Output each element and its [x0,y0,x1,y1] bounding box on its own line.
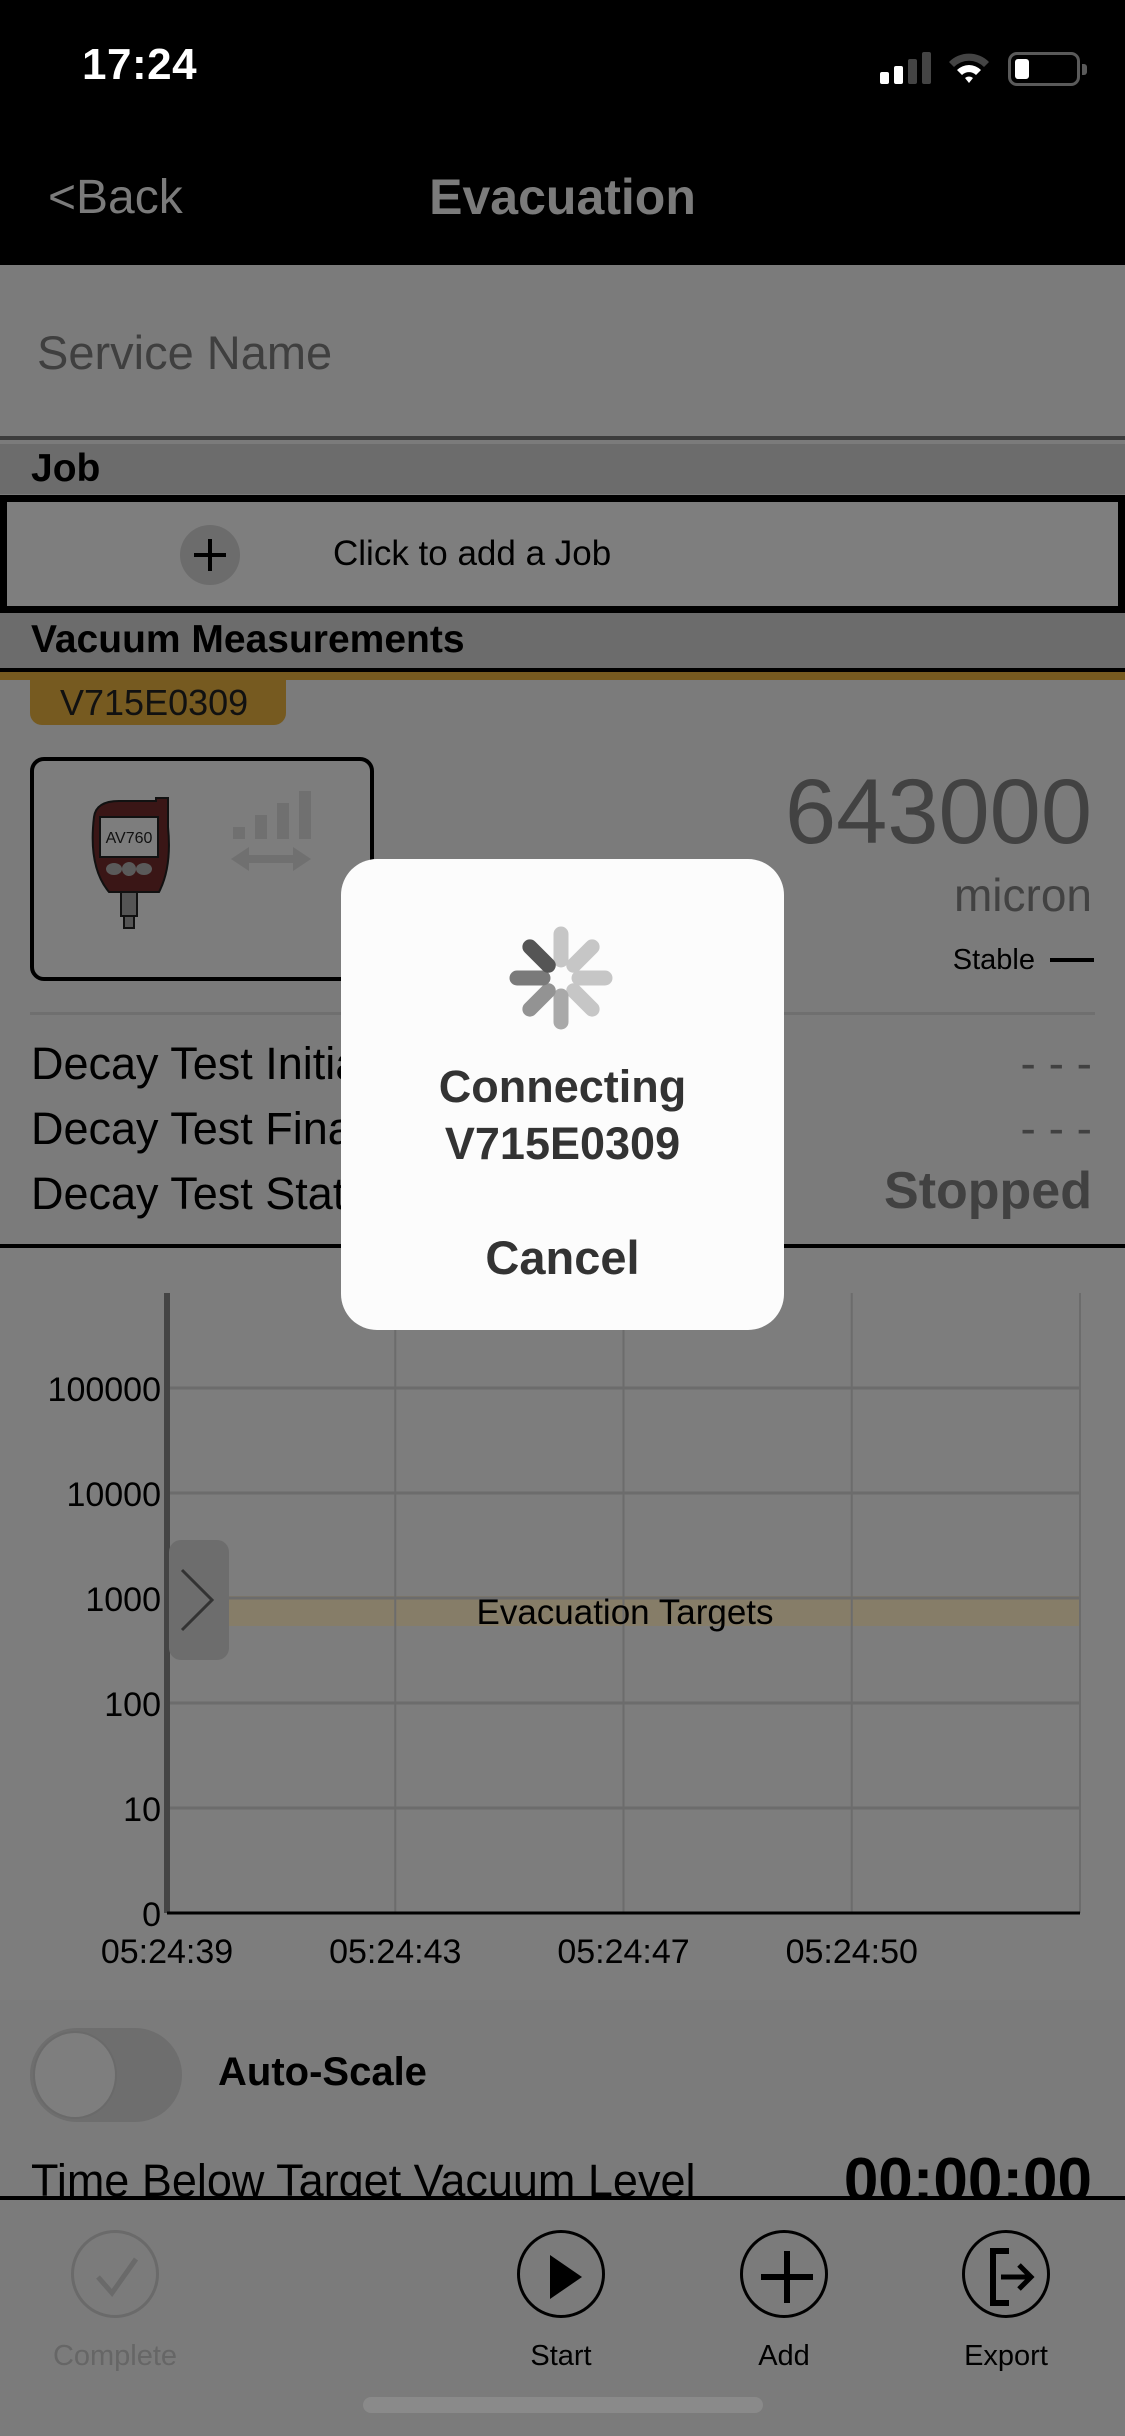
start-label: Start [530,2340,592,2372]
device-tab-label: V715E0309 [60,682,249,723]
plus-icon [761,2251,813,2303]
expand-targets-button[interactable] [169,1540,229,1660]
export-button[interactable]: Export [936,2230,1076,2373]
connecting-title: Connecting [438,1061,687,1112]
vacuum-gauge-icon: AV760 [91,797,170,929]
time-below-label: Time Below Target Vacuum Level [31,2155,696,2197]
spinner-segment [566,939,600,973]
auto-scale-toggle[interactable] [30,2028,182,2122]
decay-initial-value: - - - [1020,1037,1092,1089]
add-button[interactable]: Add [714,2230,854,2373]
device-tab[interactable]: V715E0309 [30,678,286,725]
start-button[interactable]: Start [491,2230,631,2373]
wifi-icon [949,53,989,83]
decay-status-value: Stopped [884,1162,1092,1220]
connecting-message: Connecting V715E0309 [341,1058,784,1172]
battery-icon [1008,52,1087,86]
loading-spinner-icon [509,926,613,1030]
decay-final-label: Decay Test Final [31,1103,363,1154]
x-tick-label: 05:24:43 [329,1933,461,1971]
export-label: Export [964,2340,1048,2372]
device-card[interactable]: AV760 [30,757,374,981]
service-name-placeholder: Service Name [37,326,333,379]
decay-final-value: - - - [1020,1102,1092,1154]
y-tick-label: 10000 [66,1476,161,1514]
page-title: Evacuation [429,169,696,225]
x-tick-label: 05:24:50 [786,1933,918,1971]
device-model-label: AV760 [106,830,153,847]
add-label: Add [758,2340,810,2372]
vacuum-chart[interactable]: 10000010000100010010005:24:39 05:24:43 05:… [0,1248,1125,2000]
auto-scale-label: Auto-Scale [218,2050,427,2094]
vacuum-section-header: Vacuum Measurements [0,613,1125,668]
y-tick-label: 100000 [48,1371,161,1409]
y-tick-label: 100 [104,1686,161,1724]
cancel-button[interactable]: Cancel [341,1230,784,1285]
cellular-signal-icon [880,52,932,84]
time-below-value: 00:00:00 [843,2146,1092,2197]
decay-status-label: Decay Test Status [31,1168,393,1219]
y-tick-label: 0 [142,1896,161,1934]
connecting-device: V715E0309 [444,1118,681,1169]
play-icon [550,2255,582,2299]
vacuum-header-label: Vacuum Measurements [31,618,465,661]
checkmark-icon [96,2257,139,2298]
export-icon [990,2248,1035,2306]
spinner-segment [566,983,600,1017]
x-tick-label: 05:24:47 [557,1933,689,1971]
bluetooth-signal-icon [231,791,311,871]
complete-button[interactable]: Complete [45,2230,185,2373]
vacuum-unit: micron [953,869,1092,921]
y-tick-label: 10 [123,1791,161,1829]
evacuation-targets-label: Evacuation Targets [476,1593,773,1632]
home-indicator[interactable] [363,2397,763,2413]
time-below-row: Time Below Target Vacuum Level 00:00:00 [0,2120,1125,2197]
plus-icon [180,525,240,585]
complete-label: Complete [52,2340,178,2372]
job-header-label: Job [31,447,101,490]
spinner-segment [522,939,556,973]
status-time: 17:24 [82,40,198,89]
y-tick-label: 1000 [85,1581,161,1619]
spinner-segment [522,983,556,1017]
stable-trend-icon [1050,958,1094,962]
add-job-label: Click to add a Job [333,534,612,573]
x-tick-label: 05:24:39 [101,1933,233,1971]
decay-initial-label: Decay Test Initial [31,1038,371,1089]
stability-status: Stable [952,944,1035,976]
vacuum-reading: 643000 [785,761,1092,863]
job-section-header: Job [0,444,1125,494]
